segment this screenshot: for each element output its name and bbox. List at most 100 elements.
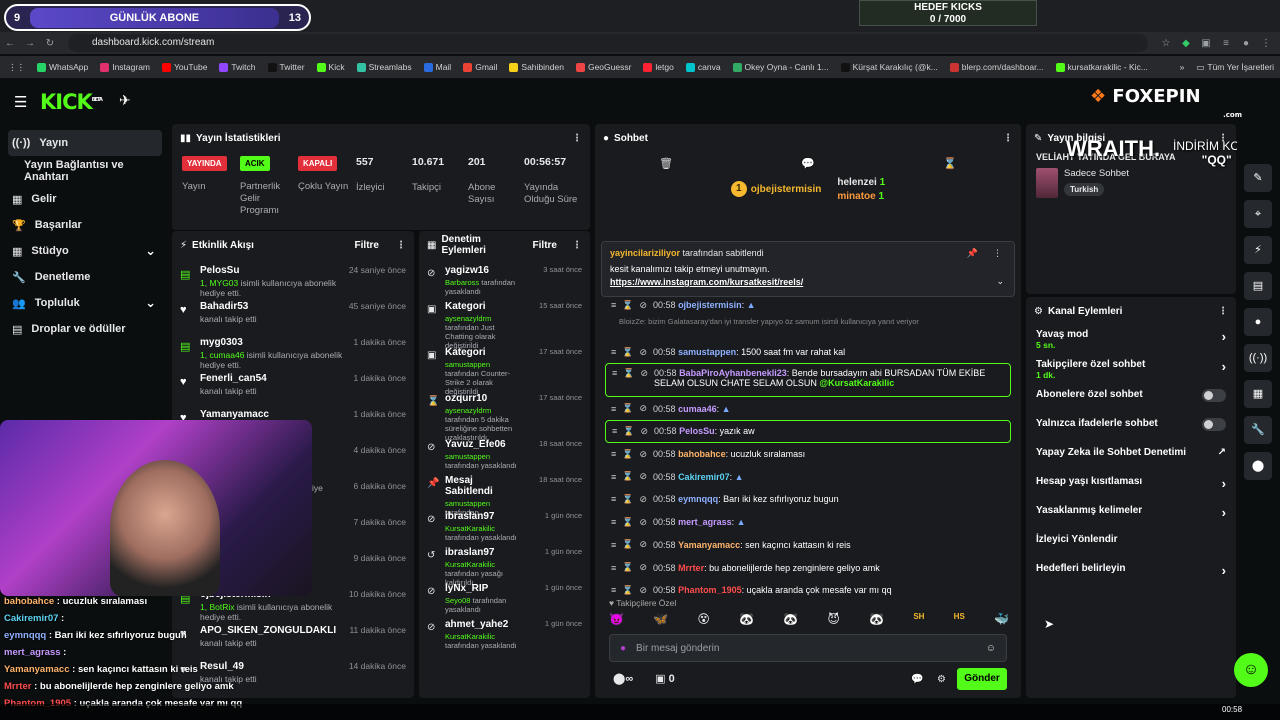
moderation-item[interactable]: 📌 Mesaj Sabitlendi samustappen tarafından 1… xyxy=(419,475,590,517)
chat-username[interactable]: Cakiremir07 xyxy=(678,472,730,482)
mic-icon[interactable]: ● xyxy=(620,643,626,654)
chat-username[interactable]: Mrrter xyxy=(678,563,704,573)
channel-action-item[interactable]: Abonelere özel sohbet xyxy=(1026,389,1236,418)
moderation-item[interactable]: ⊘ Yavuz_Efe06 samustappen tarafından yasak… xyxy=(419,439,590,475)
sidebar-item[interactable]: ▤ Droplar ve ödüller xyxy=(0,316,170,342)
chat-username[interactable]: PelosSu xyxy=(679,426,715,436)
moderation-item[interactable]: ↺ ibraslan97 KursatKarakilic tarafından ya… xyxy=(419,547,590,587)
kebab-menu-icon[interactable]: ⋮ xyxy=(1256,38,1276,49)
activity-user[interactable]: Fenerli_can54 xyxy=(200,373,267,384)
settings-gear-icon[interactable]: ⚙ xyxy=(937,674,946,685)
timeout-icon[interactable]: ⌛ xyxy=(623,368,634,379)
moderation-by-user[interactable]: aysenazyldrm xyxy=(445,314,491,323)
activity-event[interactable]: ♥ Fenerli_can54 kanalı takip etti 1 dakika … xyxy=(172,373,414,409)
moderation-target[interactable]: Yavuz_Efe06 xyxy=(445,439,523,450)
activity-user[interactable]: PelosSu xyxy=(200,265,341,276)
chat-username[interactable]: samustappen xyxy=(678,347,736,357)
chevron-down-icon[interactable]: ⌄ xyxy=(145,295,156,311)
activity-menu-icon[interactable]: ⋮ xyxy=(396,240,406,251)
chat-rules-icon[interactable]: 💬 xyxy=(911,674,923,685)
timeout-icon[interactable]: ⌛ xyxy=(622,562,633,573)
moderation-target[interactable]: Mesaj Sabitlendi xyxy=(445,475,523,497)
bookmark-item[interactable]: Kürşat Karakılıç (@k... xyxy=(835,62,944,72)
moderation-filter-button[interactable]: Filtre xyxy=(533,240,557,251)
external-link-icon[interactable]: ↗ xyxy=(1218,447,1226,458)
channel-action-item[interactable]: Hedefleri belirleyin › xyxy=(1026,563,1236,592)
chat-menu-icon[interactable]: ≡ xyxy=(611,585,616,595)
sidebar-item[interactable]: Yayın Bağlantısı ve Anahtarı xyxy=(0,156,170,186)
timeout-icon[interactable]: ⌛ xyxy=(622,517,633,528)
points-icon[interactable]: ⬤∞ xyxy=(613,672,633,685)
channel-action-item[interactable]: Yalnızca ifadelerle sohbet xyxy=(1026,418,1236,447)
bookmark-item[interactable]: blerp.com/dashboar... xyxy=(944,62,1050,72)
chat-message[interactable]: ≡ ⌛ ⊘ 00:58 cumaa46: ▲ xyxy=(595,397,1021,420)
chevron-right-icon[interactable]: › xyxy=(1222,359,1226,374)
more-bookmarks-icon[interactable]: » xyxy=(1174,62,1191,72)
ban-icon[interactable]: ⊘ xyxy=(639,517,647,528)
toggle-switch[interactable] xyxy=(1202,389,1226,402)
timeout-icon[interactable]: ⌛ xyxy=(622,300,633,311)
sidebar-item[interactable]: 👥 Topluluk ⌄ xyxy=(0,290,170,316)
moderation-target[interactable]: ibraslan97 xyxy=(445,511,523,522)
chat-username[interactable]: cumaa46 xyxy=(678,404,717,414)
channel-action-item[interactable]: Takipçilere özel sohbet 1 dk. › xyxy=(1026,359,1236,389)
ban-icon[interactable]: ⊘ xyxy=(639,300,647,311)
chat-menu-icon[interactable]: ≡ xyxy=(611,540,616,550)
timeout-icon[interactable]: ⌛ xyxy=(622,347,633,358)
chat-message[interactable]: ≡ ⌛ ⊘ 00:58 samustappen: 1500 saat fm var r… xyxy=(595,341,1021,364)
bookmark-item[interactable]: Mail xyxy=(418,62,458,72)
chevron-right-icon[interactable]: › xyxy=(1222,563,1226,578)
ban-icon[interactable]: ⊘ xyxy=(639,347,647,358)
chat-username[interactable]: ojbejistermisin xyxy=(678,300,742,310)
bookmark-item[interactable]: Twitch xyxy=(213,62,261,72)
chat-menu-icon[interactable]: ≡ xyxy=(611,449,616,459)
moderation-target[interactable]: yagizw16 xyxy=(445,265,523,276)
emote-icon[interactable]: 🐳 xyxy=(994,612,1009,626)
hamburger-icon[interactable]: ☰ xyxy=(14,93,27,111)
activity-target-user[interactable]: 1, MYG03 xyxy=(200,278,238,288)
channel-action-item[interactable]: Yasaklanmış kelimeler › xyxy=(1026,505,1236,534)
bookmark-item[interactable]: letgo xyxy=(637,62,679,72)
moderation-by-user[interactable]: samustappen xyxy=(445,499,490,508)
wrench-icon[interactable]: 🔧 xyxy=(1244,416,1272,444)
emote-icon[interactable]: 😵 xyxy=(697,612,710,626)
chevron-right-icon[interactable]: › xyxy=(1222,329,1226,344)
activity-event[interactable]: ▤ PelosSu 1, MYG03 isimli kullanıcıya abon… xyxy=(172,265,414,301)
ban-icon[interactable]: ⊘ xyxy=(639,585,647,596)
bookmark-item[interactable]: Kick xyxy=(311,62,351,72)
chat-mode-icon[interactable]: 💬 xyxy=(801,157,815,170)
timer-icon[interactable]: ⌛ xyxy=(943,157,957,170)
chat-menu-icon[interactable]: ≡ xyxy=(611,517,616,527)
chat-message[interactable]: ≡ ⌛ ⊘ 00:58 Mrrter: bu abonelijlerde hep ze… xyxy=(595,556,1021,579)
pinned-menu-icon[interactable]: ⋮ xyxy=(993,248,1002,259)
channel-action-item[interactable]: İzleyici Yönlendir xyxy=(1026,534,1236,563)
channel-action-item[interactable]: Yavaş mod 5 sn. › xyxy=(1026,329,1236,359)
forward-icon[interactable]: → xyxy=(20,38,40,49)
timeout-icon[interactable]: ⌛ xyxy=(622,539,633,550)
send-button[interactable]: Gönder xyxy=(957,668,1007,690)
users-icon[interactable]: ⬤ xyxy=(1244,452,1272,480)
emote-icon[interactable]: 🐼 xyxy=(739,612,754,626)
moderation-target[interactable]: Kategori xyxy=(445,347,523,358)
emote-icon[interactable]: SH xyxy=(913,612,924,626)
bookmark-item[interactable]: kursatkarakilic - Kic... xyxy=(1050,62,1154,72)
timeout-icon[interactable]: ⌛ xyxy=(622,471,633,482)
channel-actions-menu-icon[interactable]: ⋮ xyxy=(1218,306,1228,317)
pinned-by-user[interactable]: yayincilariziliyor xyxy=(610,248,680,258)
kicks-wallet[interactable]: ▣ 0 xyxy=(655,672,675,685)
chat-mention[interactable]: @KursatKarakilic xyxy=(817,378,894,388)
chat-message[interactable]: ≡ ⌛ ⊘ 00:58 bahobahce: ucuzluk sıralaması xyxy=(595,443,1021,466)
category-name[interactable]: Sadece Sohbet xyxy=(1064,168,1129,179)
chat-message[interactable]: ≡ ⌛ ⊘ 00:58 Cakiremir07: ▲ xyxy=(595,465,1021,488)
chat-menu-icon[interactable]: ≡ xyxy=(611,300,616,310)
edit-icon[interactable]: ✎ xyxy=(1244,164,1272,192)
chat-menu-icon[interactable]: ≡ xyxy=(611,563,616,573)
pin-icon[interactable]: ✈ xyxy=(119,92,131,109)
gifter-name[interactable]: helenzei xyxy=(837,177,876,188)
moderation-item[interactable]: ⊘ ibraslan97 KursatKarakilic tarafından ya… xyxy=(419,511,590,547)
bookmark-item[interactable]: Okey Oyna - Canlı 1... xyxy=(727,62,835,72)
avatar[interactable]: ● xyxy=(1236,38,1256,49)
emote-icon[interactable]: 😈 xyxy=(827,612,840,626)
activity-user[interactable]: Bahadir53 xyxy=(200,301,257,312)
timeout-icon[interactable]: ⌛ xyxy=(622,403,633,414)
